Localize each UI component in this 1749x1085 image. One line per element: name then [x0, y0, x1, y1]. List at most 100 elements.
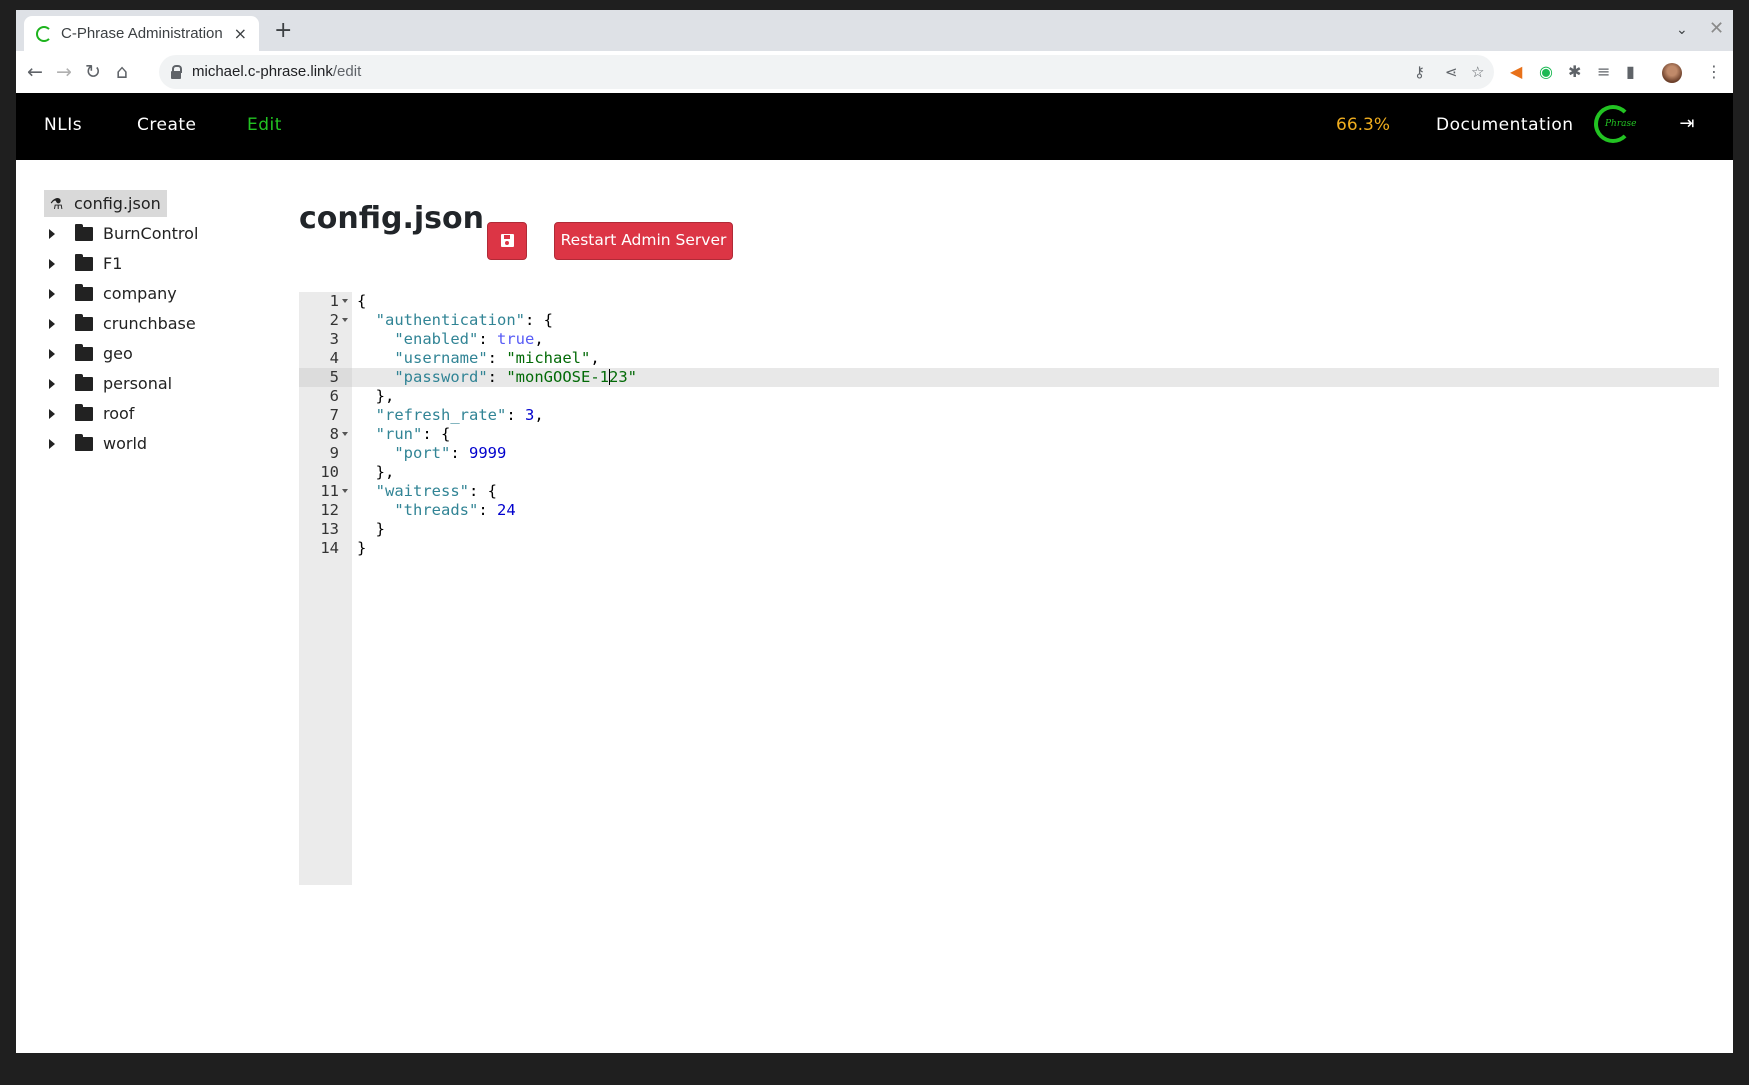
password-key-icon[interactable]: ⚷	[1414, 63, 1425, 81]
media-queue-icon[interactable]: ≡	[1597, 63, 1610, 81]
line-number: 4	[329, 349, 339, 367]
code-line[interactable]: 4 "username": "michael",	[299, 349, 1719, 368]
c-phrase-logo[interactable]: Phrase	[1594, 105, 1636, 143]
window-close-icon[interactable]: ✕	[1709, 18, 1724, 39]
code-line[interactable]: 9 "port": 9999	[299, 444, 1719, 463]
home-icon[interactable]: ⌂	[111, 61, 133, 83]
tree-folder-geo[interactable]: geo	[44, 340, 133, 367]
nav-nlis[interactable]: NLIs	[44, 115, 82, 135]
megaphone-extension-icon[interactable]: ◀	[1510, 63, 1522, 81]
lock-icon	[171, 65, 182, 79]
code-text: "password": "monGOOSE-123"	[394, 368, 637, 386]
code-text: "enabled": true,	[394, 330, 544, 348]
fold-toggle-icon[interactable]	[342, 432, 348, 436]
caret-right-icon[interactable]	[49, 348, 55, 359]
code-line[interactable]: 10 },	[299, 463, 1719, 482]
browser-toolbar: ← → ↻ ⌂ michael.c-phrase.link/edit ⚷ ⋖ ☆…	[16, 51, 1733, 93]
app-header: NLIs Create Edit 66.3% Documentation Phr…	[16, 93, 1733, 160]
forward-arrow-icon[interactable]: →	[53, 61, 75, 83]
code-line[interactable]: 1 {	[299, 292, 1719, 311]
tree-folder-world[interactable]: world	[44, 430, 147, 457]
code-line[interactable]: 3 "enabled": true,	[299, 330, 1719, 349]
code-line[interactable]: 8 "run": {	[299, 425, 1719, 444]
tree-folder-label: BurnControl	[103, 224, 199, 243]
code-text: "authentication": {	[375, 311, 553, 329]
line-number: 7	[329, 406, 339, 424]
line-number: 5	[329, 368, 339, 386]
code-line[interactable]: 12 "threads": 24	[299, 501, 1719, 520]
save-button[interactable]	[487, 222, 527, 260]
folder-icon	[75, 223, 93, 241]
bookmark-star-icon[interactable]: ☆	[1471, 63, 1484, 81]
tree-folder-roof[interactable]: roof	[44, 400, 134, 427]
folder-icon	[75, 343, 93, 361]
profile-avatar[interactable]	[1662, 63, 1682, 83]
code-line[interactable]: 13 }	[299, 520, 1719, 539]
tree-folder-label: company	[103, 284, 177, 303]
back-arrow-icon[interactable]: ←	[24, 61, 46, 83]
folder-icon	[75, 313, 93, 331]
code-line[interactable]: 11 "waitress": {	[299, 482, 1719, 501]
folder-icon	[75, 283, 93, 301]
code-editor[interactable]: 1 { 2 "authentication": { 3 "enabled": t…	[299, 292, 1719, 885]
fold-toggle-icon[interactable]	[342, 489, 348, 493]
line-number: 1	[329, 292, 339, 310]
restart-admin-server-button[interactable]: Restart Admin Server	[554, 222, 733, 260]
caret-right-icon[interactable]	[49, 258, 55, 269]
code-text: }	[375, 520, 386, 538]
tree-file-config-json[interactable]: ⚗ config.json	[44, 190, 167, 217]
line-number: 14	[320, 539, 339, 557]
share-icon[interactable]: ⋖	[1445, 63, 1458, 81]
chat-extension-icon[interactable]: ◉	[1539, 63, 1553, 81]
address-bar[interactable]: michael.c-phrase.link/edit ⚷ ⋖ ☆	[159, 55, 1494, 89]
tab-search-chevron-icon[interactable]: ⌄	[1676, 22, 1688, 38]
code-line-active[interactable]: 5 "password": "monGOOSE-123"	[299, 368, 1719, 387]
tree-folder-label: personal	[103, 374, 173, 393]
tree-folder-company[interactable]: company	[44, 280, 177, 307]
fold-toggle-icon[interactable]	[342, 299, 348, 303]
page-title: config.json	[299, 201, 484, 236]
code-text: "refresh_rate": 3,	[375, 406, 544, 424]
line-number: 6	[329, 387, 339, 405]
line-number: 11	[320, 482, 339, 500]
code-text: },	[375, 463, 395, 481]
tree-folder-label: crunchbase	[103, 314, 196, 333]
flask-icon: ⚗	[49, 194, 64, 213]
documentation-link[interactable]: Documentation	[1436, 115, 1574, 135]
caret-right-icon[interactable]	[49, 228, 55, 239]
usage-percentage: 66.3%	[1336, 115, 1391, 135]
browser-menu-icon[interactable]: ⋮	[1706, 63, 1722, 81]
code-line[interactable]: 2 "authentication": {	[299, 311, 1719, 330]
nav-create[interactable]: Create	[137, 115, 197, 135]
side-panel-icon[interactable]: ▮	[1626, 63, 1635, 81]
caret-right-icon[interactable]	[49, 378, 55, 389]
browser-tab[interactable]: C-Phrase Administration ×	[24, 16, 259, 51]
tree-folder-label: F1	[103, 254, 123, 273]
code-line[interactable]: 6 },	[299, 387, 1719, 406]
folder-icon	[75, 433, 93, 451]
code-text: "port": 9999	[394, 444, 507, 462]
line-number: 9	[329, 444, 339, 462]
fold-toggle-icon[interactable]	[342, 318, 348, 322]
nav-edit[interactable]: Edit	[247, 115, 282, 135]
c-phrase-favicon-icon	[36, 25, 52, 42]
reload-icon[interactable]: ↻	[82, 61, 104, 83]
caret-right-icon[interactable]	[49, 438, 55, 449]
logout-icon[interactable]: ⇥	[1676, 113, 1698, 135]
line-number: 2	[329, 311, 339, 329]
tree-folder-personal[interactable]: personal	[44, 370, 172, 397]
new-tab-button[interactable]: +	[274, 20, 292, 42]
code-text: "username": "michael",	[394, 349, 600, 367]
code-line[interactable]: 14 }	[299, 539, 1719, 558]
tab-close-icon[interactable]: ×	[234, 24, 247, 43]
url-text: michael.c-phrase.link/edit	[192, 63, 362, 80]
tree-folder-crunchbase[interactable]: crunchbase	[44, 310, 196, 337]
caret-right-icon[interactable]	[49, 408, 55, 419]
code-line[interactable]: 7 "refresh_rate": 3,	[299, 406, 1719, 425]
code-text: },	[375, 387, 395, 405]
caret-right-icon[interactable]	[49, 318, 55, 329]
tree-folder-f1[interactable]: F1	[44, 250, 122, 277]
caret-right-icon[interactable]	[49, 288, 55, 299]
tree-folder-burncontrol[interactable]: BurnControl	[44, 220, 198, 247]
extensions-puzzle-icon[interactable]: ✱	[1568, 63, 1581, 81]
